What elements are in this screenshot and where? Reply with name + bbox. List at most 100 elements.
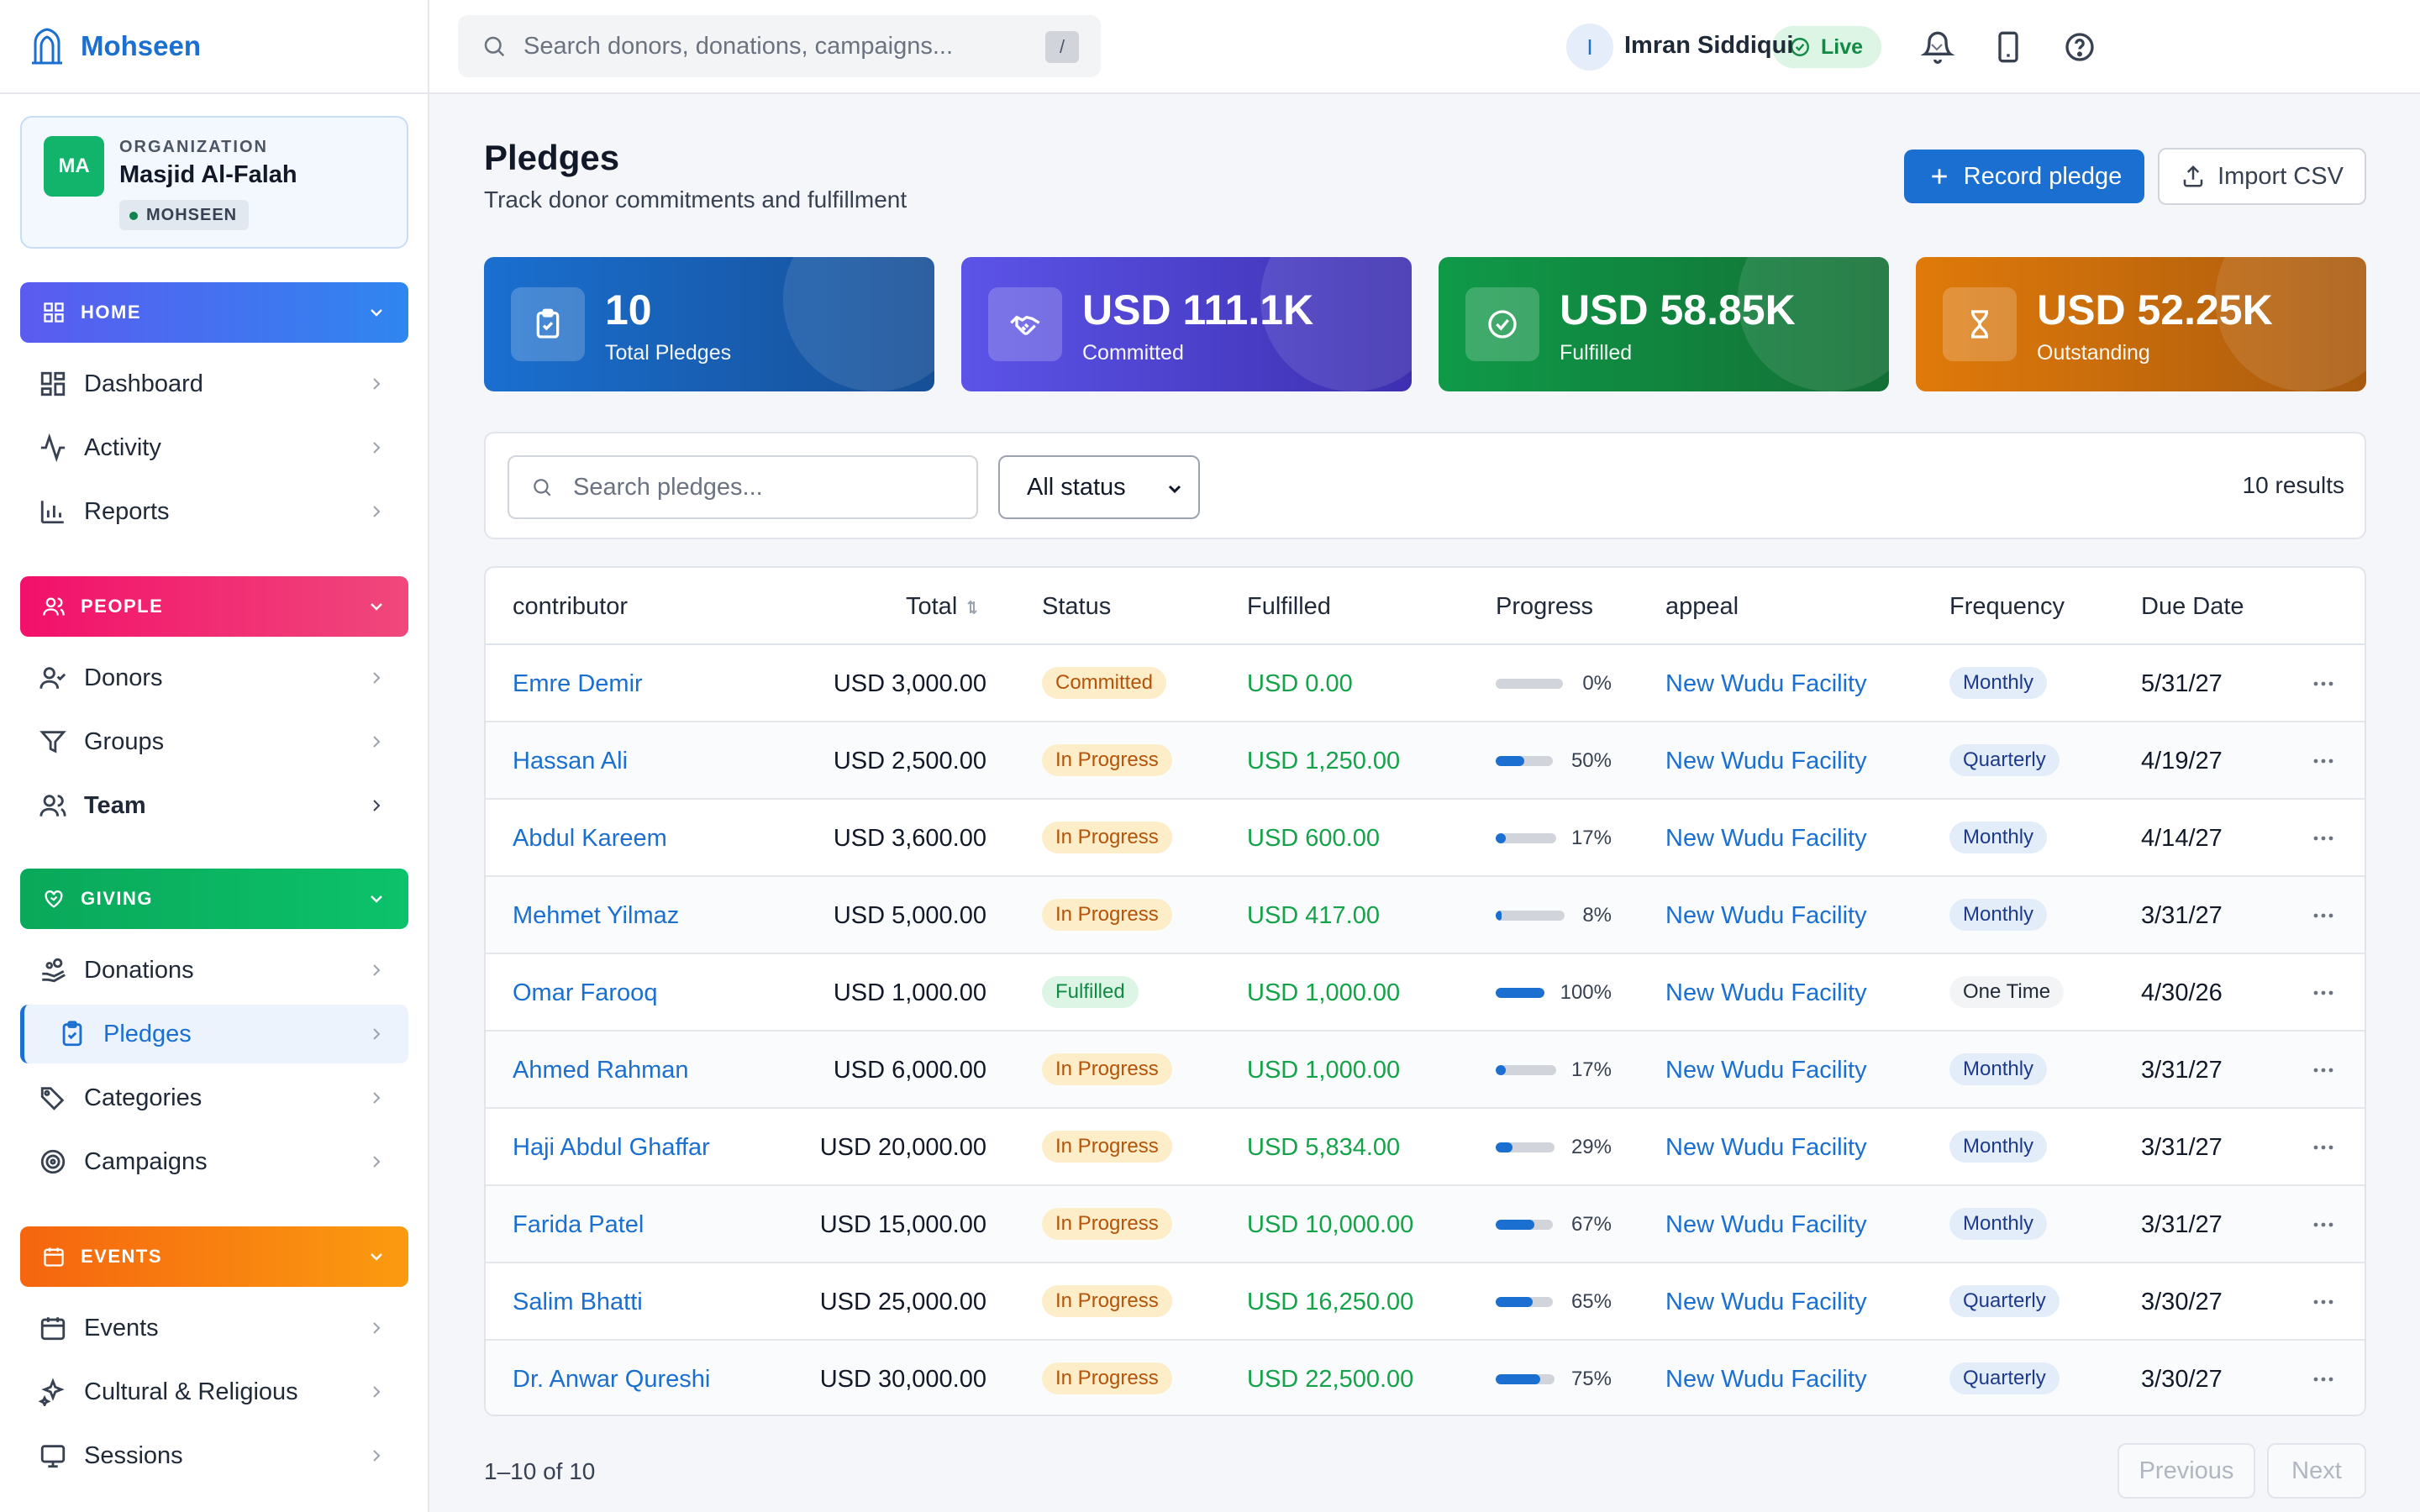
appeal-link[interactable]: New Wudu Facility: [1665, 1289, 1867, 1316]
sidebar-item-team[interactable]: Team: [20, 776, 408, 835]
organization-card[interactable]: MA ORGANIZATION Masjid Al-Falah MOHSEEN: [20, 116, 408, 249]
contributor-link[interactable]: Dr. Anwar Qureshi: [513, 1366, 710, 1394]
appeal-link[interactable]: New Wudu Facility: [1665, 1211, 1867, 1239]
mobile-icon[interactable]: [1991, 30, 2025, 64]
record-pledge-button[interactable]: Record pledge: [1904, 150, 2144, 203]
status-filter-select[interactable]: All status: [998, 455, 1200, 519]
more-actions-icon[interactable]: [2311, 983, 2336, 1003]
table-row[interactable]: Farida Patel USD 15,000.00 In Progress USD …: [486, 1186, 2365, 1263]
status-badge: In Progress: [1042, 1053, 1172, 1085]
column-progress[interactable]: Progress: [1496, 593, 1593, 621]
help-icon[interactable]: [2063, 30, 2096, 64]
user-name[interactable]: Imran Siddiqui: [1624, 32, 1793, 60]
frequency-badge: One Time: [1949, 976, 2065, 1008]
section-events[interactable]: EVENTS: [20, 1226, 408, 1287]
progress-percent: 17%: [1570, 1058, 1612, 1081]
org-avatar: MA: [44, 136, 104, 197]
chevron-right-icon: [373, 672, 381, 684]
brand[interactable]: Mohseen: [0, 0, 428, 94]
sidebar-item-events[interactable]: Events: [20, 1299, 408, 1357]
contributor-link[interactable]: Abdul Kareem: [513, 825, 667, 853]
more-actions-icon[interactable]: [2311, 1137, 2336, 1158]
sidebar-item-sessions[interactable]: Sessions: [20, 1426, 408, 1485]
progress-fill: [1496, 988, 1544, 998]
fulfilled-amount: USD 10,000.00: [1247, 1211, 1414, 1238]
column-contributor[interactable]: contributor: [513, 593, 628, 621]
status-filter-value: All status: [1027, 473, 1126, 501]
appeal-link[interactable]: New Wudu Facility: [1665, 1134, 1867, 1162]
appeal-link[interactable]: New Wudu Facility: [1665, 1057, 1867, 1084]
user-avatar[interactable]: I: [1566, 24, 1613, 71]
plus-icon: [1931, 169, 1947, 184]
table-row[interactable]: Ahmed Rahman USD 6,000.00 In Progress USD 1…: [486, 1032, 2365, 1109]
table-row[interactable]: Hassan Ali USD 2,500.00 In Progress USD 1,2…: [486, 722, 2365, 800]
pledge-search-input[interactable]: Search pledges...: [508, 455, 978, 519]
table-row[interactable]: Omar Farooq USD 1,000.00 Fulfilled USD 1,00…: [486, 954, 2365, 1032]
column-due-date[interactable]: Due Date: [2141, 593, 2244, 621]
sidebar-item-groups[interactable]: Groups: [20, 712, 408, 771]
sidebar-item-reports[interactable]: Reports: [20, 482, 408, 541]
sidebar-item-donors[interactable]: Donors: [20, 648, 408, 707]
sidebar-item-pledges[interactable]: Pledges: [20, 1005, 408, 1063]
column-status[interactable]: Status: [1042, 593, 1111, 621]
global-search[interactable]: Search donors, donations, campaigns... /: [458, 15, 1101, 77]
contributor-link[interactable]: Omar Farooq: [513, 979, 657, 1007]
app-name: Mohseen: [81, 30, 202, 61]
contributor-link[interactable]: Haji Abdul Ghaffar: [513, 1134, 710, 1162]
progress-percent: 50%: [1570, 749, 1612, 772]
contributor-link[interactable]: Emre Demir: [513, 670, 643, 698]
org-name: Masjid Al-Falah: [119, 161, 297, 188]
progress-bar: [1496, 833, 1556, 843]
frequency-badge: Monthly: [1949, 667, 2048, 699]
contributor-link[interactable]: Mehmet Yilmaz: [513, 902, 679, 930]
more-actions-icon[interactable]: [2311, 1215, 2336, 1235]
section-people[interactable]: PEOPLE: [20, 576, 408, 637]
more-actions-icon[interactable]: [2311, 1369, 2336, 1389]
sidebar-item-cultural-religious[interactable]: Cultural & Religious: [20, 1362, 408, 1421]
appeal-link[interactable]: New Wudu Facility: [1665, 1366, 1867, 1394]
table-row[interactable]: Dr. Anwar Qureshi USD 30,000.00 In Progres…: [486, 1341, 2365, 1415]
table-row[interactable]: Mehmet Yilmaz USD 5,000.00 In Progress USD …: [486, 877, 2365, 954]
column-frequency[interactable]: Frequency: [1949, 593, 2065, 621]
column-fulfilled[interactable]: Fulfilled: [1247, 593, 1331, 621]
more-actions-icon[interactable]: [2311, 1292, 2336, 1312]
sidebar-item-donations[interactable]: Donations: [20, 941, 408, 1000]
appeal-link[interactable]: New Wudu Facility: [1665, 748, 1867, 775]
sidebar-item-dashboard[interactable]: Dashboard: [20, 354, 408, 413]
previous-page-button[interactable]: Previous: [2118, 1443, 2255, 1499]
contributor-link[interactable]: Farida Patel: [513, 1211, 644, 1239]
section-giving[interactable]: GIVING: [20, 869, 408, 929]
chevron-down-icon[interactable]: [1927, 37, 1947, 57]
appeal-link[interactable]: New Wudu Facility: [1665, 902, 1867, 930]
next-page-button[interactable]: Next: [2267, 1443, 2366, 1499]
table-row[interactable]: Abdul Kareem USD 3,600.00 In Progress USD 6…: [486, 800, 2365, 877]
search-icon: [534, 479, 551, 496]
contributor-link[interactable]: Hassan Ali: [513, 748, 628, 775]
sidebar-item-label: Donors: [84, 664, 163, 691]
status-badge: In Progress: [1042, 822, 1172, 853]
topbar: Search donors, donations, campaigns... /…: [429, 0, 2420, 94]
more-actions-icon[interactable]: [2311, 828, 2336, 848]
contributor-link[interactable]: Ahmed Rahman: [513, 1057, 689, 1084]
table-row[interactable]: Haji Abdul Ghaffar USD 20,000.00 In Progre…: [486, 1109, 2365, 1186]
contributor-link[interactable]: Salim Bhatti: [513, 1289, 643, 1316]
column-appeal[interactable]: appeal: [1665, 593, 1739, 621]
more-actions-icon[interactable]: [2311, 751, 2336, 771]
more-actions-icon[interactable]: [2311, 906, 2336, 926]
sidebar-item-activity[interactable]: Activity: [20, 418, 408, 477]
column-total[interactable]: Total: [906, 593, 982, 621]
sidebar-item-categories[interactable]: Categories: [20, 1068, 408, 1127]
progress-fill: [1496, 756, 1524, 766]
more-actions-icon[interactable]: [2311, 674, 2336, 694]
appeal-link[interactable]: New Wudu Facility: [1665, 825, 1867, 853]
appeal-link[interactable]: New Wudu Facility: [1665, 670, 1867, 698]
appeal-link[interactable]: New Wudu Facility: [1665, 979, 1867, 1007]
table-row[interactable]: Salim Bhatti USD 25,000.00 In Progress USD …: [486, 1263, 2365, 1341]
section-home[interactable]: HOME: [20, 282, 408, 343]
more-actions-icon[interactable]: [2311, 1060, 2336, 1080]
import-csv-button[interactable]: Import CSV: [2158, 148, 2366, 205]
progress-percent: 8%: [1582, 904, 1612, 927]
sidebar-item-campaigns[interactable]: Campaigns: [20, 1132, 408, 1191]
activity-icon: [40, 433, 66, 462]
table-row[interactable]: Emre Demir USD 3,000.00 Committed USD 0.00 0…: [486, 645, 2365, 722]
